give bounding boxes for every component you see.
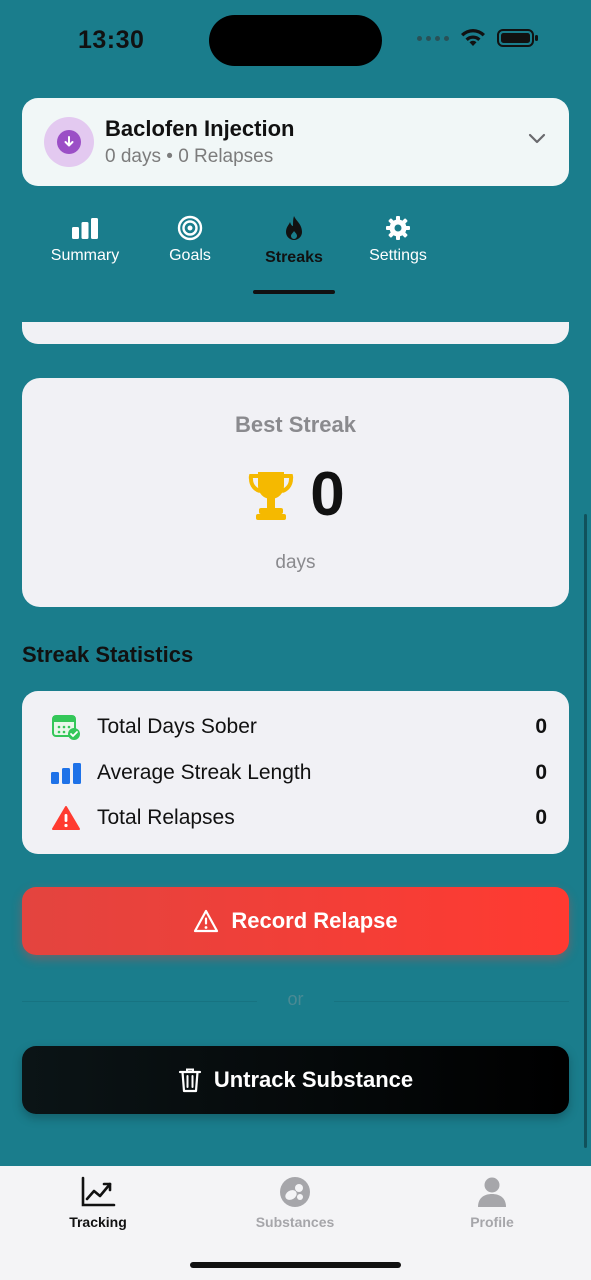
warning-icon [50,802,82,834]
streak-statistics-title: Streak Statistics [22,642,194,667]
gear-icon [386,216,410,240]
person-icon [478,1177,506,1207]
untrack-substance-label: Untrack Substance [213,1067,414,1092]
stat-value: 0 [535,761,547,784]
tab-summary-label: Summary [50,247,120,264]
warning-icon [194,909,219,933]
bar-chart-icon [50,757,82,789]
trash-icon [178,1068,201,1093]
or-divider: or [22,988,569,1014]
nav-profile-label: Profile [470,1214,514,1230]
nav-substances[interactable]: Substances [235,1176,355,1230]
best-streak-value: 0 [310,460,345,529]
nav-tracking-label: Tracking [69,1214,127,1230]
status-time: 13:30 [78,26,145,54]
status-bar: 13:30 [0,0,591,80]
substance-selector[interactable]: Baclofen Injection 0 days • 0 Relapses [22,98,569,186]
stat-row-total-days: Total Days Sober 0 [22,707,569,747]
calendar-check-icon [50,711,82,743]
stat-row-average-streak: Average Streak Length 0 [22,753,569,793]
tab-summary[interactable]: Summary [45,215,125,265]
current-streak-card [22,322,569,344]
pills-icon [280,1177,310,1207]
trophy-icon [249,472,294,520]
record-relapse-label: Record Relapse [231,908,398,933]
tab-settings[interactable]: Settings [358,215,438,265]
scrollbar[interactable] [584,514,587,1148]
best-streak-unit: days [275,552,316,573]
tab-streaks[interactable]: Streaks [254,215,334,267]
trend-chart-icon [81,1176,116,1207]
home-indicator [190,1262,401,1268]
stat-value: 0 [535,806,547,829]
divider-line-right [334,1001,569,1002]
best-streak-title: Best Streak [234,412,357,437]
content-scroll-area[interactable]: Best Streak 0 days Streak Statistics Tot… [0,322,591,1166]
tab-streaks-label: Streaks [265,249,323,266]
substance-name: Baclofen Injection [105,116,295,141]
best-streak-card: Best Streak 0 days [22,378,569,607]
tab-settings-label: Settings [369,247,427,264]
tab-goals[interactable]: Goals [150,215,230,265]
stat-label: Average Streak Length [97,761,312,784]
nav-substances-label: Substances [255,1214,335,1230]
stat-label: Total Relapses [97,806,235,829]
segment-tabs: Summary Goals Streaks Settings [0,215,591,305]
stat-label: Total Days Sober [97,715,257,738]
battery-icon [497,29,538,47]
arrow-down-circle-icon [57,130,81,154]
status-icons [417,28,539,48]
streak-statistics-card: Total Days Sober 0 Average Streak Length… [22,691,569,854]
nav-profile[interactable]: Profile [432,1176,552,1230]
stat-row-total-relapses: Total Relapses 0 [22,798,569,838]
substance-avatar [44,117,94,167]
target-icon [177,215,203,241]
dynamic-island [209,15,382,66]
bar-chart-icon [72,218,98,239]
stat-value: 0 [535,715,547,738]
signal-icon [417,35,449,41]
tab-goals-label: Goals [169,247,211,264]
wifi-icon [461,29,485,46]
divider-text: or [287,989,304,1009]
substance-meta: 0 days • 0 Relapses [105,146,274,167]
nav-tracking[interactable]: Tracking [38,1176,158,1230]
tab-indicator [253,290,335,294]
record-relapse-button[interactable]: Record Relapse [22,887,569,955]
flame-icon [286,216,302,240]
untrack-substance-button[interactable]: Untrack Substance [22,1046,569,1114]
chevron-down-icon[interactable] [527,132,547,146]
